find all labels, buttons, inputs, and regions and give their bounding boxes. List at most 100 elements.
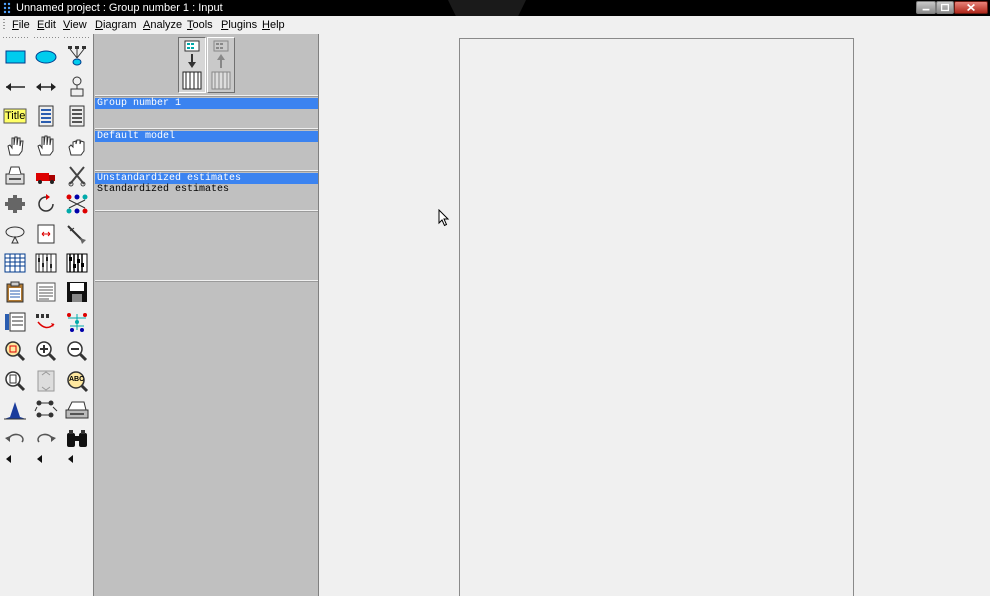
select-data-file-tool[interactable] bbox=[2, 251, 28, 275]
select-all-objects-tool[interactable] bbox=[33, 134, 59, 158]
view-output-button[interactable] bbox=[207, 37, 235, 93]
rotate-icon bbox=[38, 194, 54, 212]
toolbox-scroll-arrow[interactable] bbox=[33, 452, 59, 466]
touch-up-tool[interactable] bbox=[64, 222, 90, 246]
draw-covariance-tool[interactable] bbox=[33, 74, 59, 98]
maximize-button[interactable] bbox=[936, 1, 954, 14]
calculate-estimates-tool[interactable] bbox=[64, 251, 90, 275]
toolbox-scroll-arrow[interactable] bbox=[2, 452, 28, 466]
model-item[interactable]: Default model bbox=[95, 131, 318, 142]
view-entire-page-tool[interactable] bbox=[2, 369, 28, 393]
draw-observed-variable-tool[interactable] bbox=[2, 44, 28, 68]
menu-diagram-label: iagram bbox=[102, 19, 137, 31]
analysis-properties-tool[interactable] bbox=[33, 251, 59, 275]
maximize-icon bbox=[940, 3, 950, 12]
arrow-left-icon bbox=[6, 83, 25, 91]
menu-diagram[interactable]: Diagram bbox=[95, 18, 137, 32]
menu-edit[interactable]: Edit bbox=[37, 18, 56, 32]
specification-search-tool[interactable] bbox=[64, 427, 90, 451]
abacus-dark-icon bbox=[66, 253, 88, 273]
zoom-area-icon bbox=[5, 341, 26, 362]
estimates-item-standardized[interactable]: Standardized estimates bbox=[95, 184, 318, 195]
object-properties-tool[interactable] bbox=[2, 310, 28, 334]
undo-icon bbox=[5, 433, 24, 443]
group-item[interactable]: Group number 1 bbox=[95, 98, 318, 109]
move-parameter-values-tool[interactable] bbox=[2, 222, 28, 246]
erase-objects-tool[interactable] bbox=[64, 164, 90, 188]
triangle-left-icon bbox=[6, 455, 11, 463]
preserve-symmetries-tool[interactable] bbox=[64, 310, 90, 334]
diagram-page[interactable] bbox=[459, 38, 854, 596]
save-diagram-tool[interactable] bbox=[64, 280, 90, 304]
print-diagram-tool[interactable] bbox=[64, 398, 90, 422]
zoom-in-area-tool[interactable] bbox=[2, 339, 28, 363]
add-unique-variable-tool[interactable] bbox=[64, 74, 90, 98]
list-variables-in-model-tool[interactable] bbox=[33, 104, 59, 128]
view-toggle-group bbox=[178, 37, 236, 93]
navigation-panel: Group number 1 Default model Unstandardi… bbox=[93, 34, 319, 596]
window-title: Unnamed project : Group number 1 : Input bbox=[16, 2, 223, 14]
symmetry-icon bbox=[67, 313, 87, 332]
figure-caption-tool[interactable]: Title bbox=[2, 104, 28, 128]
menu-grip bbox=[3, 19, 5, 31]
rotate-indicators-tool[interactable] bbox=[33, 192, 59, 216]
reflect-indicators-tool[interactable] bbox=[64, 192, 90, 216]
select-one-object-tool[interactable] bbox=[2, 134, 28, 158]
menu-help-label: elp bbox=[269, 19, 285, 31]
zoom-out-tool[interactable] bbox=[64, 339, 90, 363]
drag-properties-icon bbox=[36, 314, 55, 329]
draw-path-tool[interactable] bbox=[2, 74, 28, 98]
clipboard-icon bbox=[6, 281, 24, 303]
scroll-icon bbox=[37, 224, 55, 244]
degrees-of-freedom-tool[interactable] bbox=[2, 398, 28, 422]
redo-tool[interactable] bbox=[33, 427, 59, 451]
zoom-out-icon bbox=[67, 341, 88, 362]
menu-tools[interactable]: Tools bbox=[187, 18, 213, 32]
zoom-in-icon bbox=[36, 341, 57, 362]
menu-help[interactable]: Help bbox=[262, 18, 285, 32]
ellipse-icon bbox=[35, 50, 57, 64]
draw-unobserved-variable-tool[interactable] bbox=[33, 44, 59, 68]
variable-list-icon bbox=[38, 105, 54, 127]
deselect-all-objects-tool[interactable] bbox=[64, 134, 90, 158]
drag-properties-tool[interactable] bbox=[33, 310, 59, 334]
zoom-in-tool[interactable] bbox=[33, 339, 59, 363]
mouse-cursor-icon bbox=[438, 209, 450, 227]
minimize-icon bbox=[922, 8, 930, 11]
move-objects-tool[interactable] bbox=[33, 164, 59, 188]
toolbox-scroll-arrow[interactable] bbox=[64, 452, 90, 466]
drawing-area[interactable] bbox=[319, 34, 990, 596]
close-button[interactable] bbox=[954, 1, 988, 14]
list-variables-in-dataset-tool[interactable] bbox=[64, 104, 90, 128]
fit-diagram-to-page-tool[interactable] bbox=[33, 369, 59, 393]
menu-analyze[interactable]: Analyze bbox=[143, 18, 182, 32]
undo-tool[interactable] bbox=[2, 427, 28, 451]
menu-view-label: iew bbox=[70, 19, 87, 31]
draw-latent-indicator-tool[interactable] bbox=[64, 44, 90, 68]
multiple-group-tool[interactable] bbox=[33, 398, 59, 422]
view-input-button[interactable] bbox=[178, 37, 206, 93]
duplicate-objects-tool[interactable] bbox=[2, 164, 28, 188]
toolbox-grip bbox=[3, 37, 29, 38]
menu-plugins[interactable]: Plugins bbox=[221, 18, 257, 32]
scroll-tool[interactable] bbox=[33, 222, 59, 246]
estimates-item-unstandardized[interactable]: Unstandardized estimates bbox=[95, 173, 318, 184]
double-arrow-icon bbox=[36, 83, 56, 91]
change-shape-tool[interactable] bbox=[2, 192, 28, 216]
hand-pointer-icon bbox=[7, 136, 24, 156]
menu-file[interactable]: File bbox=[12, 18, 30, 32]
abc-label: ABC bbox=[69, 376, 85, 383]
groups-list: Group number 1 bbox=[95, 95, 318, 128]
menu-view[interactable]: View bbox=[63, 18, 87, 32]
panel-separator bbox=[95, 128, 318, 130]
toolbox-grip bbox=[34, 37, 60, 38]
copy-to-clipboard-tool[interactable] bbox=[2, 280, 28, 304]
zoom-page-icon bbox=[5, 371, 26, 392]
view-text-output-tool[interactable] bbox=[33, 280, 59, 304]
magnifying-glass-tool[interactable]: ABC bbox=[64, 369, 90, 393]
menu-bar: File Edit View Diagram Analyze Tools Plu… bbox=[0, 16, 990, 34]
latent-indicator-icon bbox=[68, 46, 86, 66]
minimize-button[interactable] bbox=[916, 1, 936, 14]
properties-icon bbox=[5, 312, 26, 332]
shape-icon bbox=[5, 195, 25, 213]
